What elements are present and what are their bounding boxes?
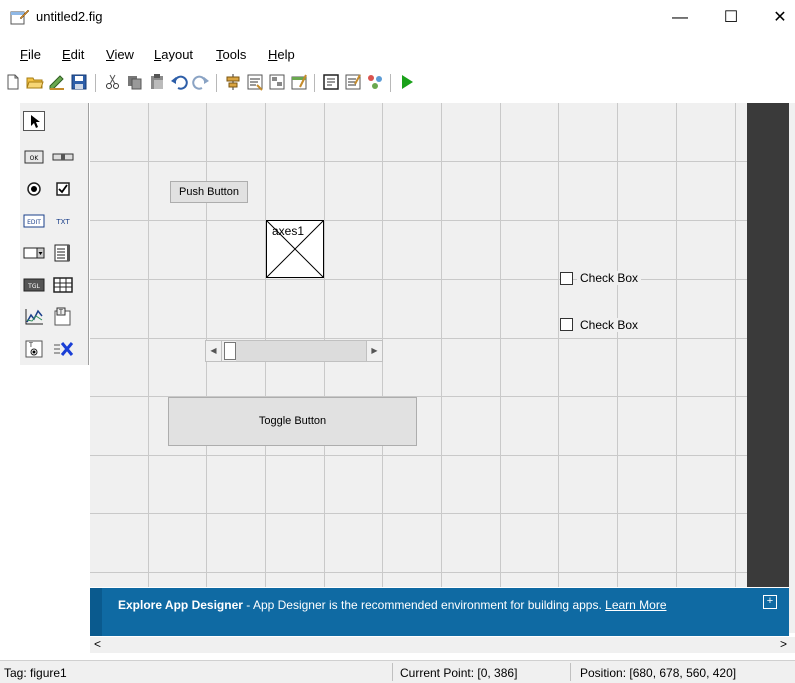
check-box-tool-icon[interactable] bbox=[52, 179, 74, 199]
svg-text:T: T bbox=[28, 342, 33, 349]
toolbar-editor-icon[interactable] bbox=[290, 73, 308, 91]
paste-icon[interactable] bbox=[148, 73, 166, 91]
button-group-tool-icon[interactable]: T bbox=[23, 339, 45, 359]
slider[interactable]: ◀ ▶ bbox=[205, 340, 383, 362]
popup-menu-tool-icon[interactable] bbox=[23, 243, 45, 263]
table-tool-icon[interactable] bbox=[52, 275, 74, 295]
listbox-tool-icon[interactable] bbox=[52, 243, 74, 263]
vertical-scrollbar[interactable] bbox=[789, 103, 795, 633]
svg-text:OK: OK bbox=[30, 155, 40, 162]
status-bar: Tag: figure1 Current Point: [0, 386] Pos… bbox=[0, 660, 795, 683]
title-bar: untitled2.fig — ☐ ✕ bbox=[0, 0, 795, 40]
edit-icon[interactable] bbox=[48, 73, 66, 91]
svg-text:EDIT: EDIT bbox=[27, 219, 41, 226]
svg-text:T: T bbox=[58, 309, 63, 316]
copy-icon[interactable] bbox=[126, 73, 144, 91]
undo-icon[interactable] bbox=[170, 73, 188, 91]
svg-text:TGL: TGL bbox=[27, 283, 40, 290]
status-tag: Tag: figure1 bbox=[4, 666, 67, 680]
scroll-right-arrow[interactable]: > bbox=[780, 637, 787, 651]
save-icon[interactable] bbox=[70, 73, 88, 91]
banner-accent-strip bbox=[90, 588, 102, 636]
toggle-button[interactable]: Toggle Button bbox=[168, 397, 417, 446]
maximize-button[interactable]: ☐ bbox=[711, 6, 751, 30]
layout-canvas[interactable] bbox=[90, 103, 747, 587]
open-folder-icon[interactable] bbox=[26, 73, 44, 91]
toggle-button-tool-icon[interactable]: TGL bbox=[23, 275, 45, 295]
select-tool-icon[interactable] bbox=[23, 111, 45, 131]
axes-label: axes1 bbox=[272, 224, 305, 238]
tab-order-icon[interactable] bbox=[268, 73, 286, 91]
close-button[interactable]: ✕ bbox=[760, 6, 795, 30]
panel-tool-icon[interactable]: T bbox=[52, 307, 74, 327]
component-palette: OK EDIT TXT TGL T T bbox=[20, 103, 89, 365]
activex-tool-icon[interactable] bbox=[52, 339, 74, 359]
check-box-2[interactable] bbox=[560, 318, 573, 331]
radio-button-tool-icon[interactable] bbox=[23, 179, 45, 199]
toolbar bbox=[0, 68, 795, 98]
edit-text-tool-icon[interactable]: EDIT bbox=[23, 211, 45, 231]
canvas-dark-region bbox=[747, 103, 789, 587]
status-position: Position: [680, 678, 560, 420] bbox=[580, 666, 737, 680]
slider-track bbox=[236, 341, 366, 361]
menu-bar: File Edit View Layout Tools Help bbox=[0, 44, 795, 66]
banner-message: Explore App Designer - App Designer is t… bbox=[118, 598, 667, 612]
editor-icon[interactable] bbox=[322, 73, 340, 91]
run-icon[interactable] bbox=[398, 73, 416, 91]
cut-icon[interactable] bbox=[104, 73, 122, 91]
window-title: untitled2.fig bbox=[36, 9, 103, 24]
new-file-icon[interactable] bbox=[4, 73, 22, 91]
status-current-point: Current Point: [0, 386] bbox=[400, 666, 518, 680]
static-text-tool-icon[interactable]: TXT bbox=[52, 211, 74, 231]
slider-right-arrow[interactable]: ▶ bbox=[366, 341, 382, 361]
push-button-tool-icon[interactable]: OK bbox=[23, 147, 45, 167]
check-box-2-label: Check Box bbox=[577, 318, 642, 332]
redo-icon[interactable] bbox=[192, 73, 210, 91]
menu-view[interactable]: View bbox=[106, 47, 134, 62]
banner-expand-icon[interactable]: + bbox=[763, 595, 777, 609]
slider-thumb[interactable] bbox=[224, 342, 236, 360]
banner-title: Explore App Designer bbox=[118, 598, 243, 612]
learn-more-link[interactable]: Learn More bbox=[605, 598, 666, 612]
slider-left-arrow[interactable]: ◀ bbox=[206, 341, 222, 361]
menu-tools[interactable]: Tools bbox=[216, 47, 246, 62]
menu-editor-icon[interactable] bbox=[246, 73, 264, 91]
property-inspector-icon[interactable] bbox=[344, 73, 362, 91]
banner-body: App Designer is the recommended environm… bbox=[252, 598, 606, 612]
slider-tool-icon[interactable] bbox=[52, 147, 74, 167]
align-icon[interactable] bbox=[224, 73, 242, 91]
horizontal-scrollbar[interactable]: < > bbox=[90, 637, 795, 653]
menu-layout[interactable]: Layout bbox=[154, 47, 193, 62]
object-browser-icon[interactable] bbox=[366, 73, 384, 91]
menu-edit[interactable]: Edit bbox=[62, 47, 84, 62]
menu-help[interactable]: Help bbox=[268, 47, 295, 62]
minimize-button[interactable]: — bbox=[660, 6, 700, 30]
figure-file-icon bbox=[10, 9, 30, 25]
menu-file[interactable]: File bbox=[20, 47, 41, 62]
push-button[interactable]: Push Button bbox=[170, 181, 248, 203]
check-box-1[interactable] bbox=[560, 272, 573, 285]
scroll-left-arrow[interactable]: < bbox=[94, 637, 101, 651]
check-box-1-label: Check Box bbox=[577, 271, 642, 285]
svg-text:TXT: TXT bbox=[55, 218, 70, 226]
axes-tool-icon[interactable] bbox=[23, 307, 45, 327]
